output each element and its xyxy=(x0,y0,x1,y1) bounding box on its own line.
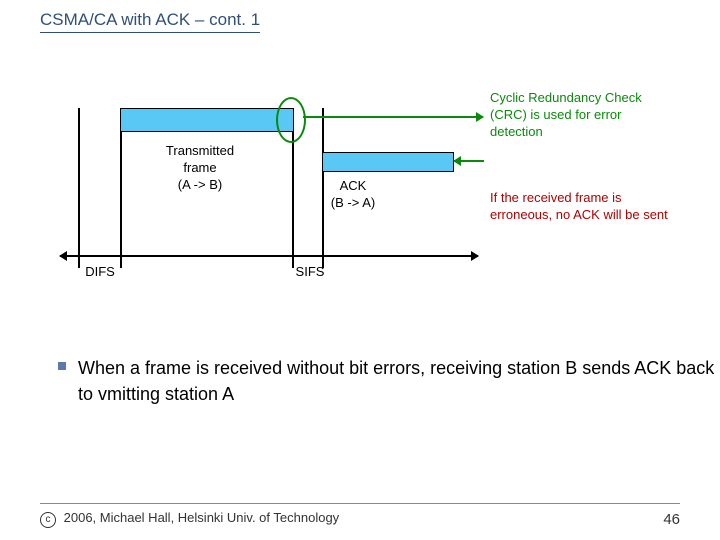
tx-line1: Transmitted xyxy=(166,143,234,158)
vbar-difs-start xyxy=(78,108,80,268)
vbar-difs-end xyxy=(120,108,122,268)
transmitted-frame-bar xyxy=(120,108,294,132)
crc-arrow xyxy=(303,116,483,118)
transmitted-frame-label: Transmitted frame (A -> B) xyxy=(140,143,260,194)
slide-footer: c 2006, Michael Hall, Helsinki Univ. of … xyxy=(40,503,680,528)
tx-line2: frame xyxy=(183,160,216,175)
ack-line1: ACK xyxy=(340,178,367,193)
slide-title: CSMA/CA with ACK – cont. 1 xyxy=(40,10,260,33)
copyright-icon: c xyxy=(40,512,56,528)
bullet-content: When a frame is received without bit err… xyxy=(78,358,714,404)
timing-diagram: Transmitted frame (A -> B) ACK (B -> A) … xyxy=(60,70,660,310)
bullet-text: When a frame is received without bit err… xyxy=(78,355,720,407)
difs-label: DIFS xyxy=(70,264,130,281)
page-number: 46 xyxy=(663,511,680,528)
sifs-label: SIFS xyxy=(280,264,340,281)
crc-highlight-circle xyxy=(276,97,306,143)
timeline-axis xyxy=(60,255,478,257)
no-ack-arrow xyxy=(454,160,484,162)
ack-line2: (B -> A) xyxy=(331,195,375,210)
tx-line3: (A -> B) xyxy=(178,177,222,192)
ack-label: ACK (B -> A) xyxy=(308,178,398,212)
no-ack-label: If the received frame is erroneous, no A… xyxy=(490,190,670,224)
copyright-text: 2006, Michael Hall, Helsinki Univ. of Te… xyxy=(64,510,340,525)
slide: CSMA/CA with ACK – cont. 1 Transmitted f… xyxy=(0,0,720,540)
bullet-square-icon xyxy=(58,362,66,370)
copyright: c 2006, Michael Hall, Helsinki Univ. of … xyxy=(40,510,339,528)
ack-frame-bar xyxy=(322,152,454,172)
crc-label: Cyclic Redundancy Check (CRC) is used fo… xyxy=(490,90,660,141)
